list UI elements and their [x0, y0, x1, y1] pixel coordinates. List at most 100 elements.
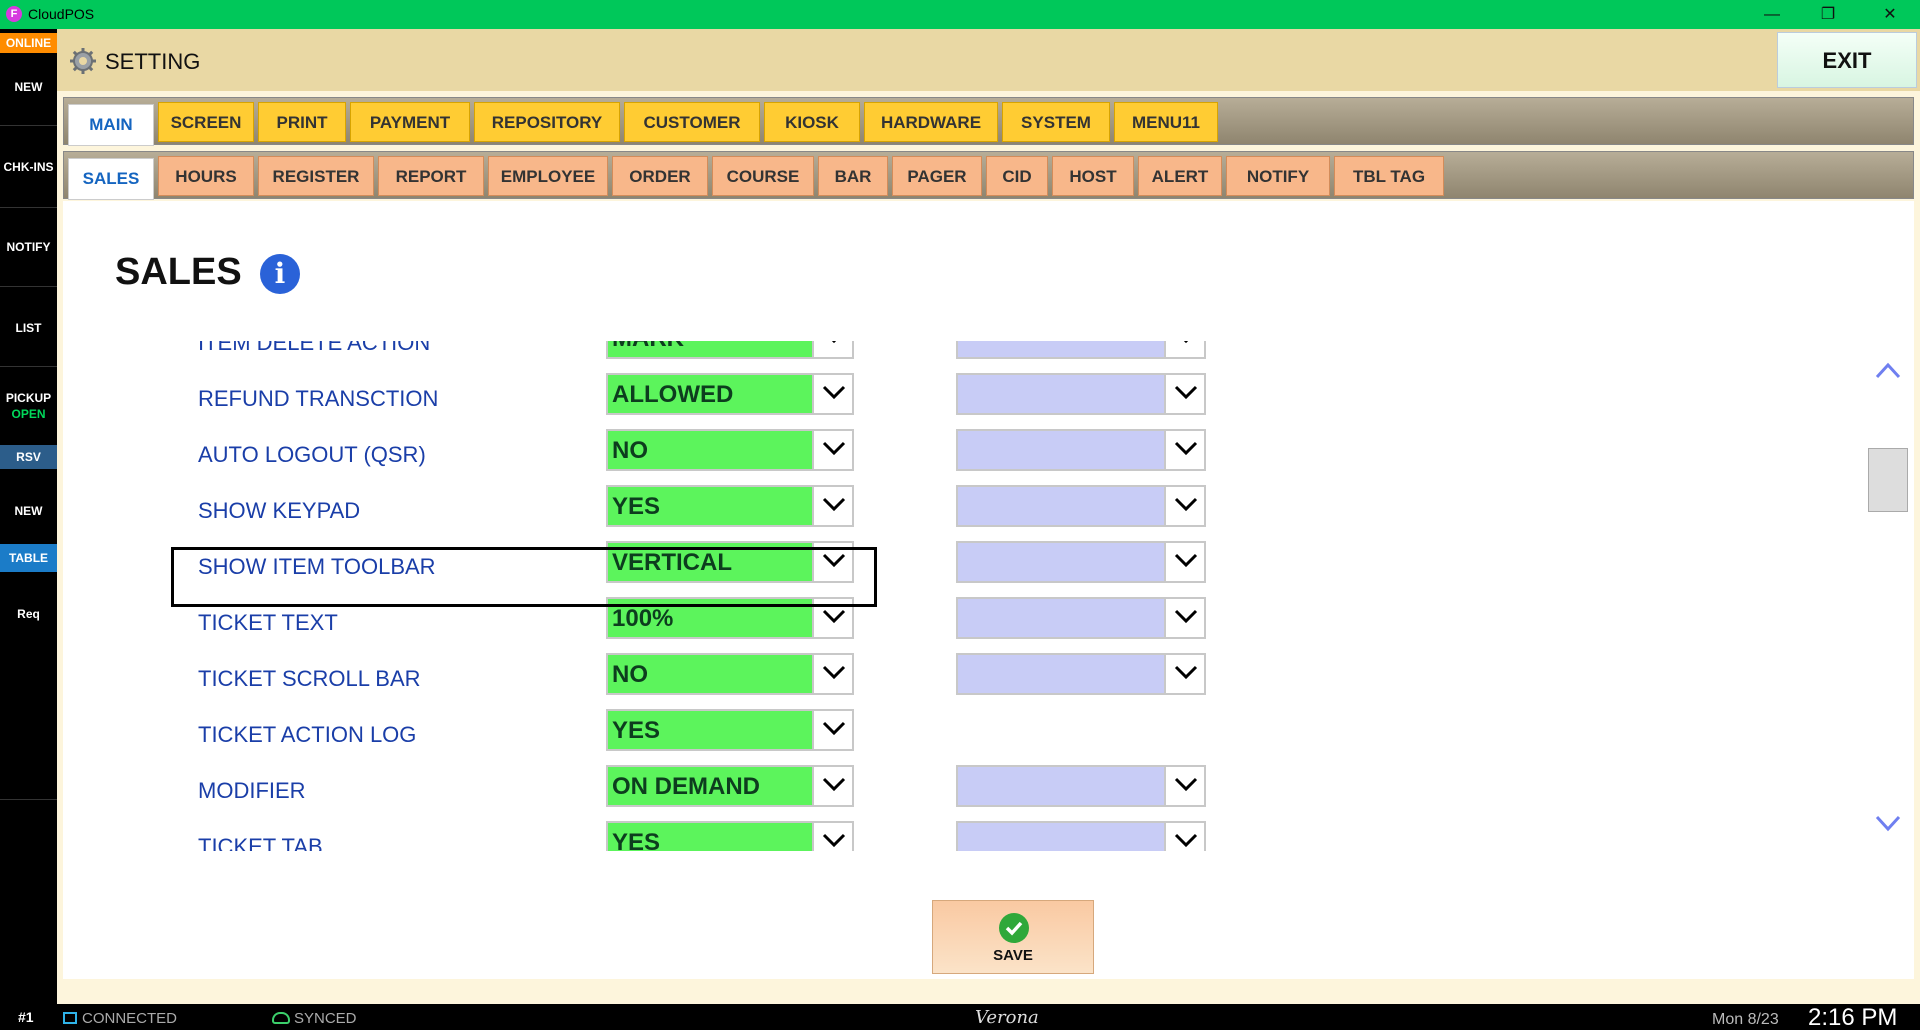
tab-system[interactable]: SYSTEM	[1002, 102, 1110, 142]
tab-sales[interactable]: SALES	[68, 158, 154, 200]
status-date: Mon 8/23	[1712, 1011, 1779, 1028]
close-button[interactable]: ✕	[1862, 0, 1918, 29]
setting-label: TICKET TAB	[198, 834, 323, 851]
minimize-button[interactable]: —	[1744, 0, 1800, 29]
tab-host[interactable]: HOST	[1052, 156, 1134, 196]
tab-screen[interactable]: SCREEN	[158, 102, 254, 142]
setting-label: MODIFIER	[198, 778, 306, 803]
chevron-down-icon[interactable]	[812, 767, 852, 805]
chevron-down-icon[interactable]	[812, 711, 852, 749]
tab-payment[interactable]: PAYMENT	[350, 102, 470, 142]
app-logo-icon: F	[6, 6, 22, 22]
chevron-down-icon[interactable]	[812, 823, 852, 851]
setting-value: YES	[612, 717, 661, 744]
window-title: CloudPOS	[28, 6, 95, 22]
tab-notify[interactable]: NOTIFY	[1226, 156, 1330, 196]
setting-select[interactable]: MARK	[606, 341, 854, 359]
primary-tabbar: MAIN SCREEN PRINT PAYMENT REPOSITORY CUS…	[63, 97, 1914, 146]
setting-select[interactable]: NO	[606, 429, 854, 471]
rail-list-button[interactable]: LIST	[0, 321, 57, 335]
chevron-down-icon[interactable]	[812, 341, 852, 357]
setting-value: YES	[612, 493, 661, 520]
rail-pickup-button[interactable]: PICKUP OPEN	[0, 391, 57, 421]
chevron-down-icon[interactable]	[812, 431, 852, 469]
tab-pager[interactable]: PAGER	[892, 156, 982, 196]
chevron-down-icon[interactable]	[1164, 767, 1204, 805]
tab-menu11[interactable]: MENU11	[1114, 102, 1218, 142]
setting-secondary-select[interactable]	[956, 485, 1206, 527]
rail-new-button[interactable]: NEW	[0, 80, 57, 94]
setting-secondary-select[interactable]	[956, 541, 1206, 583]
pickup-status: OPEN	[11, 407, 46, 421]
tab-bar[interactable]: BAR	[818, 156, 888, 196]
tab-alert[interactable]: ALERT	[1138, 156, 1222, 196]
cloud-icon	[272, 1012, 290, 1024]
tab-course[interactable]: COURSE	[712, 156, 814, 196]
tab-print[interactable]: PRINT	[258, 102, 346, 142]
setting-select[interactable]: ON DEMAND	[606, 765, 854, 807]
tab-kiosk[interactable]: KIOSK	[764, 102, 860, 142]
tab-register[interactable]: REGISTER	[258, 156, 374, 196]
tab-customer[interactable]: CUSTOMER	[624, 102, 760, 142]
setting-select[interactable]: NO	[606, 653, 854, 695]
chevron-down-icon[interactable]	[812, 375, 852, 413]
rail-table-button[interactable]: TABLE	[0, 544, 57, 572]
rail-rsv-button[interactable]: RSV	[0, 445, 57, 469]
save-button[interactable]: SAVE	[932, 900, 1094, 974]
settings-content: SALES i ITEM DELETE ACTION MARK REFUND T…	[63, 201, 1914, 979]
station-number: #1	[18, 1009, 34, 1025]
setting-secondary-select[interactable]	[956, 373, 1206, 415]
sync-status: SYNCED	[294, 1010, 357, 1027]
tab-main[interactable]: MAIN	[68, 104, 154, 146]
location-name: Verona	[975, 1007, 1039, 1028]
setting-select[interactable]: YES	[606, 821, 854, 851]
setting-row: REFUND TRANSCTION ALLOWED	[63, 373, 1263, 429]
rail-checkins-button[interactable]: CHK-INS	[0, 160, 57, 174]
chevron-down-icon[interactable]	[1164, 341, 1204, 357]
chevron-down-icon[interactable]	[1164, 599, 1204, 637]
rail-new2-button[interactable]: NEW	[0, 504, 57, 518]
page-title: SETTING	[105, 49, 201, 74]
online-badge: ONLINE	[0, 33, 57, 53]
chevron-down-icon[interactable]	[1164, 431, 1204, 469]
info-icon[interactable]: i	[260, 254, 300, 294]
tab-tbl-tag[interactable]: TBL TAG	[1334, 156, 1444, 196]
tab-cid[interactable]: CID	[986, 156, 1048, 196]
scrollbar-thumb[interactable]	[1868, 448, 1908, 512]
setting-select[interactable]: YES	[606, 485, 854, 527]
scroll-up-icon[interactable]	[1874, 359, 1902, 381]
tab-hardware[interactable]: HARDWARE	[864, 102, 998, 142]
tab-order[interactable]: ORDER	[612, 156, 708, 196]
exit-button[interactable]: EXIT	[1777, 32, 1917, 88]
setting-secondary-select[interactable]	[956, 341, 1206, 359]
setting-row: ITEM DELETE ACTION MARK	[63, 341, 1263, 373]
chevron-down-icon[interactable]	[812, 655, 852, 693]
connection-status: CONNECTED	[82, 1010, 178, 1027]
setting-secondary-select[interactable]	[956, 653, 1206, 695]
chevron-down-icon[interactable]	[1164, 823, 1204, 851]
setting-row: TICKET SCROLL BAR NO	[63, 653, 1263, 709]
section-title: SALES	[115, 251, 242, 293]
setting-secondary-select[interactable]	[956, 821, 1206, 851]
chevron-down-icon[interactable]	[1164, 543, 1204, 581]
tab-repository[interactable]: REPOSITORY	[474, 102, 620, 142]
setting-secondary-select[interactable]	[956, 765, 1206, 807]
status-bar: #1 CONNECTED SYNCED Verona Mon 8/23 2:16…	[0, 1004, 1920, 1030]
tab-hours[interactable]: HOURS	[158, 156, 254, 196]
scroll-down-icon[interactable]	[1874, 813, 1902, 835]
chevron-down-icon[interactable]	[1164, 375, 1204, 413]
setting-select[interactable]: YES	[606, 709, 854, 751]
tab-report[interactable]: REPORT	[378, 156, 484, 196]
setting-select[interactable]: ALLOWED	[606, 373, 854, 415]
rail-notify-button[interactable]: NOTIFY	[0, 240, 57, 254]
chevron-down-icon[interactable]	[1164, 655, 1204, 693]
tab-employee[interactable]: EMPLOYEE	[488, 156, 608, 196]
setting-secondary-select[interactable]	[956, 429, 1206, 471]
setting-label: TICKET TEXT	[198, 610, 338, 635]
chevron-down-icon[interactable]	[1164, 487, 1204, 525]
restore-button[interactable]: ❐	[1800, 0, 1856, 29]
chevron-down-icon[interactable]	[812, 487, 852, 525]
rail-req-button[interactable]: Req	[0, 607, 57, 621]
setting-label: TICKET SCROLL BAR	[198, 666, 421, 691]
setting-secondary-select[interactable]	[956, 597, 1206, 639]
